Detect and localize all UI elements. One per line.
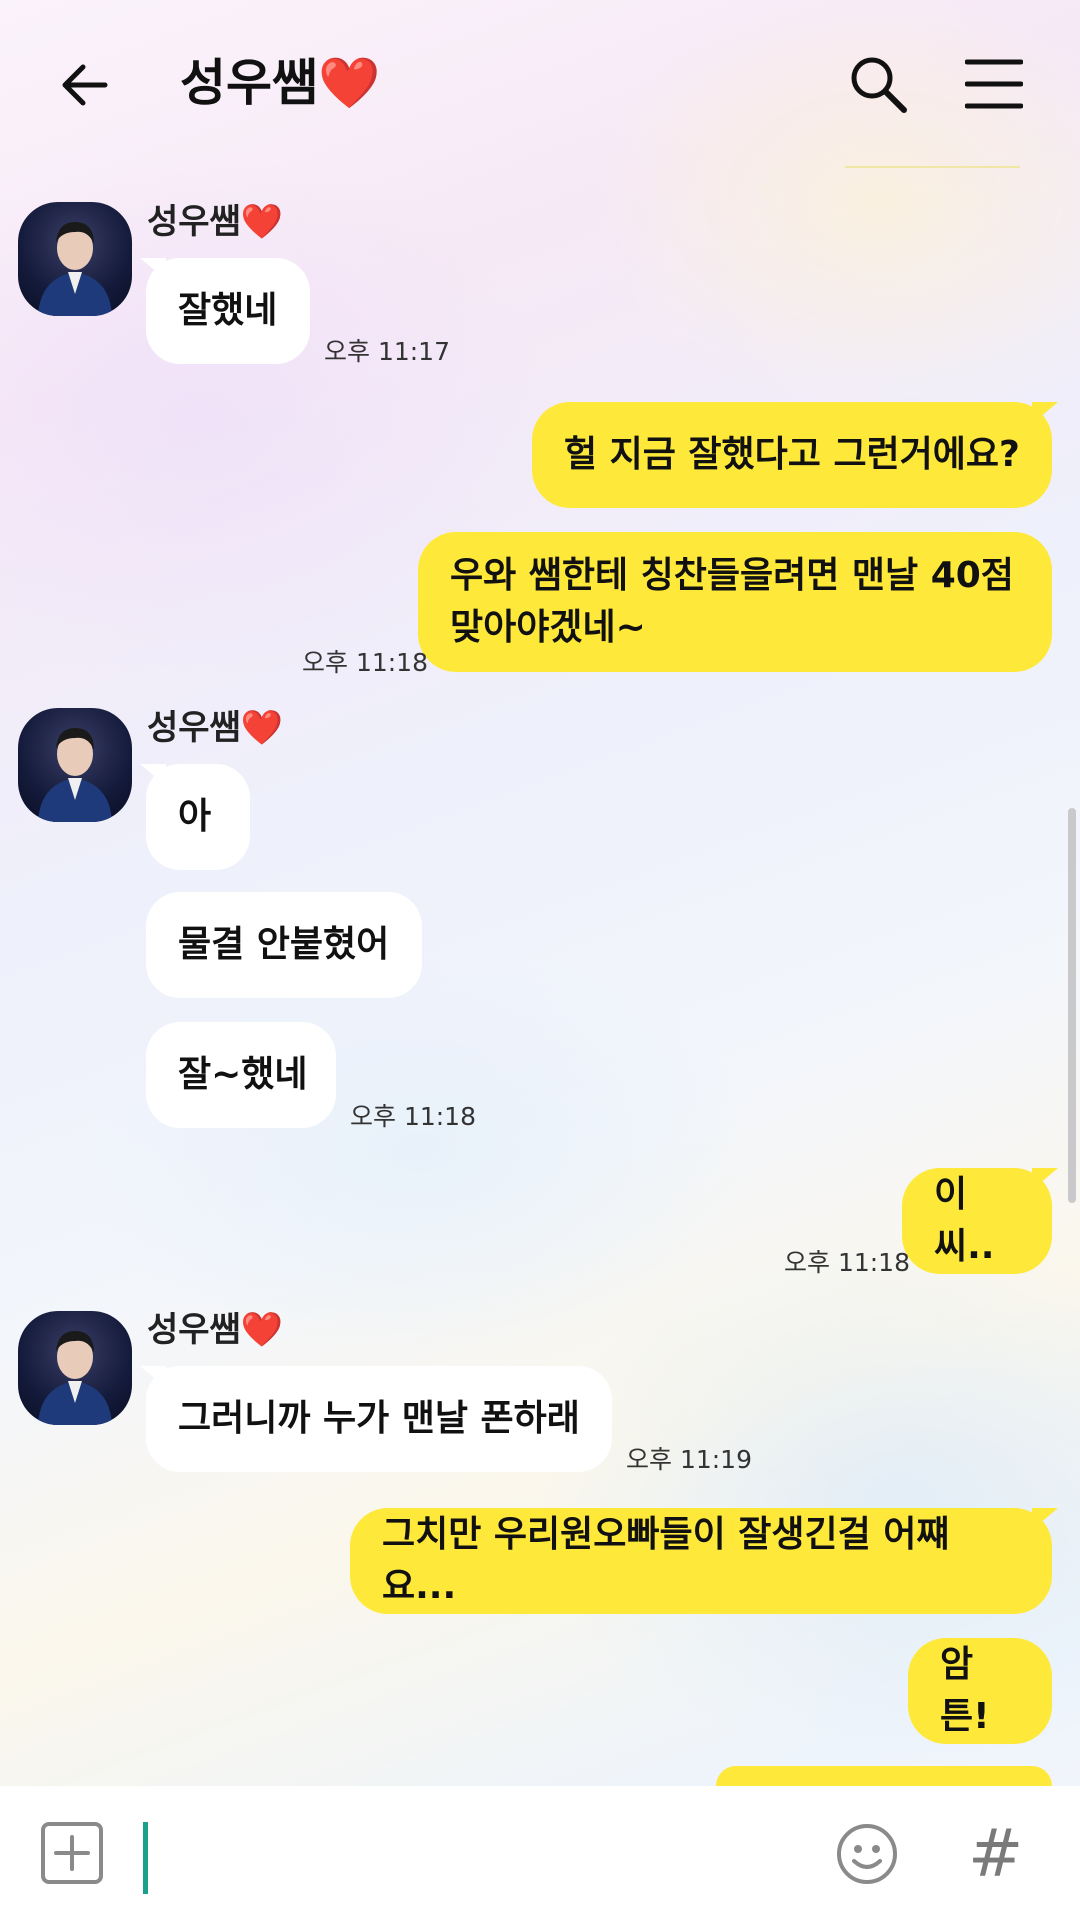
avatar[interactable] <box>18 708 132 822</box>
message-time: 오후 11:19 <box>626 1445 752 1474</box>
message-time: 오후 11:18 <box>784 1248 910 1277</box>
incoming-message[interactable]: 잘했네 <box>140 258 310 364</box>
chat-header: 성우쌤❤️ <box>0 0 1080 168</box>
sender-name: 성우쌤❤️ <box>147 708 284 748</box>
sender-name: 성우쌤❤️ <box>147 202 284 242</box>
message-input-bar: # <box>0 1786 1080 1932</box>
header-divider <box>845 166 1020 168</box>
outgoing-message[interactable]: 그치만 우리원오빠들이 잘생긴걸 어쨰요... <box>350 1508 1058 1614</box>
emoji-smile-icon[interactable] <box>836 1823 898 1885</box>
hashtag-button[interactable]: # <box>968 1816 1024 1892</box>
hamburger-menu-icon[interactable] <box>964 58 1024 110</box>
back-arrow-icon[interactable] <box>55 55 115 115</box>
scrollbar[interactable] <box>1068 808 1076 1203</box>
incoming-message[interactable]: 아 <box>140 764 250 870</box>
plus-square-icon[interactable] <box>40 1821 104 1885</box>
message-time: 오후 11:18 <box>350 1102 476 1131</box>
chat-title: 성우쌤❤️ <box>180 54 381 112</box>
outgoing-message[interactable]: 우와 쌤한테 칭찬들을려면 맨날 40점 맞아야겠네~ <box>418 532 1052 672</box>
search-icon[interactable] <box>846 52 910 116</box>
sender-name: 성우쌤❤️ <box>147 1310 284 1350</box>
outgoing-message[interactable]: 헐 지금 잘했다고 그런거에요? <box>532 402 1058 508</box>
message-time: 오후 11:17 <box>324 337 450 366</box>
message-time: 오후 11:18 <box>302 648 428 677</box>
incoming-message[interactable]: 물결 안붙혔어 <box>146 892 422 998</box>
outgoing-message[interactable]: 이씨.. <box>902 1168 1058 1274</box>
message-line: 맞아야겠네~ <box>450 607 646 648</box>
avatar[interactable] <box>18 202 132 316</box>
outgoing-message[interactable]: 암튼! <box>908 1638 1052 1744</box>
text-cursor[interactable] <box>143 1822 148 1894</box>
avatar[interactable] <box>18 1311 132 1425</box>
message-line: 우와 쌤한테 칭찬들을려면 맨날 40점 <box>450 555 1014 596</box>
incoming-message[interactable]: 잘~했네 <box>146 1022 336 1128</box>
incoming-message[interactable]: 그러니까 누가 맨날 폰하래 <box>140 1366 612 1472</box>
